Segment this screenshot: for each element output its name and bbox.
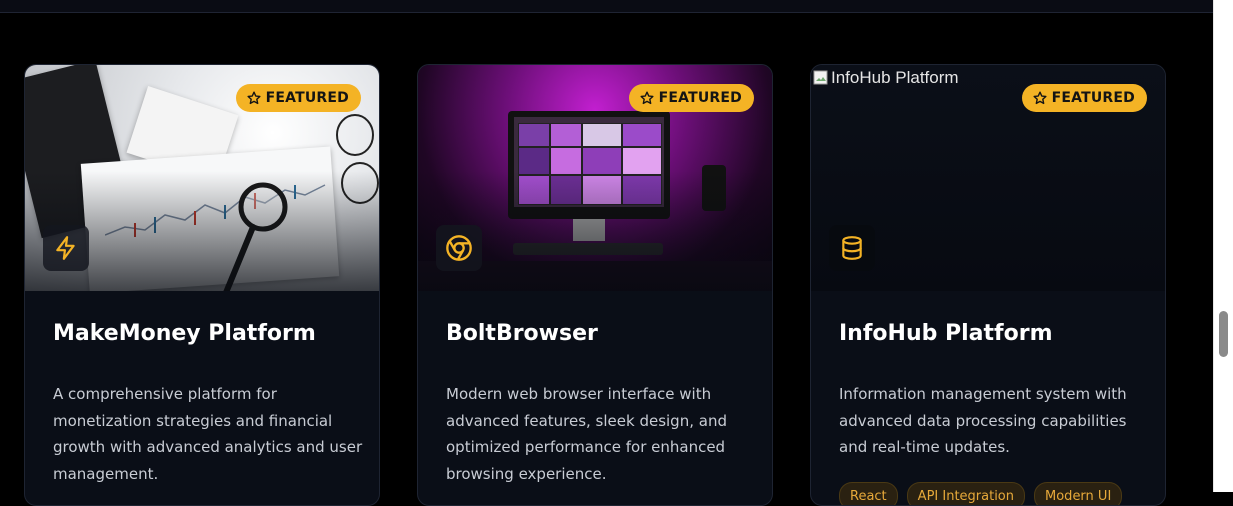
lightning-bolt-icon bbox=[56, 236, 75, 260]
project-card-makemoney[interactable]: FEATURED MakeMoney Platform A comprehens… bbox=[24, 64, 380, 506]
card-description: Information management system with advan… bbox=[839, 385, 1127, 456]
card-image: FEATURED bbox=[418, 65, 772, 291]
card-icon-tile bbox=[43, 225, 89, 271]
broken-image-icon bbox=[813, 70, 828, 85]
database-icon bbox=[842, 236, 862, 260]
star-icon bbox=[640, 91, 654, 105]
featured-badge: FEATURED bbox=[1021, 84, 1147, 112]
card-description: A comprehensive platform for monetizatio… bbox=[53, 385, 363, 483]
project-card-boltbrowser[interactable]: FEATURED BoltBrowser Modern web browser … bbox=[417, 64, 773, 506]
image-alt-text: InfoHub Platform bbox=[831, 68, 959, 87]
tag-api-integration: API Integration bbox=[906, 482, 1026, 505]
scrollbar-thumb[interactable] bbox=[1219, 311, 1228, 357]
featured-label: FEATURED bbox=[265, 90, 349, 106]
top-bar bbox=[0, 0, 1214, 13]
star-icon bbox=[1033, 91, 1047, 105]
card-description: Modern web browser interface with advanc… bbox=[446, 385, 727, 483]
card-title[interactable]: InfoHub Platform bbox=[839, 321, 1053, 346]
broken-image: InfoHub Platform bbox=[813, 68, 959, 88]
card-icon-tile bbox=[436, 225, 482, 271]
featured-label: FEATURED bbox=[1051, 90, 1135, 106]
star-icon bbox=[247, 91, 261, 105]
featured-badge: FEATURED bbox=[235, 84, 361, 112]
tag-react: React bbox=[839, 482, 898, 505]
featured-label: FEATURED bbox=[658, 90, 742, 106]
card-image: FEATURED bbox=[25, 65, 379, 291]
chrome-icon bbox=[446, 235, 472, 261]
tag-modern-ui: Modern UI bbox=[1034, 482, 1123, 505]
card-title[interactable]: BoltBrowser bbox=[446, 321, 598, 346]
card-title[interactable]: MakeMoney Platform bbox=[53, 321, 316, 346]
vertical-scrollbar[interactable] bbox=[1213, 0, 1233, 492]
card-icon-tile bbox=[829, 225, 875, 271]
project-card-infohub[interactable]: InfoHub Platform FEATURED InfoHub Platfo… bbox=[810, 64, 1166, 506]
card-image: InfoHub Platform FEATURED bbox=[811, 65, 1165, 291]
featured-badge: FEATURED bbox=[628, 84, 754, 112]
tag-list: React API Integration Modern UI bbox=[839, 482, 1123, 505]
